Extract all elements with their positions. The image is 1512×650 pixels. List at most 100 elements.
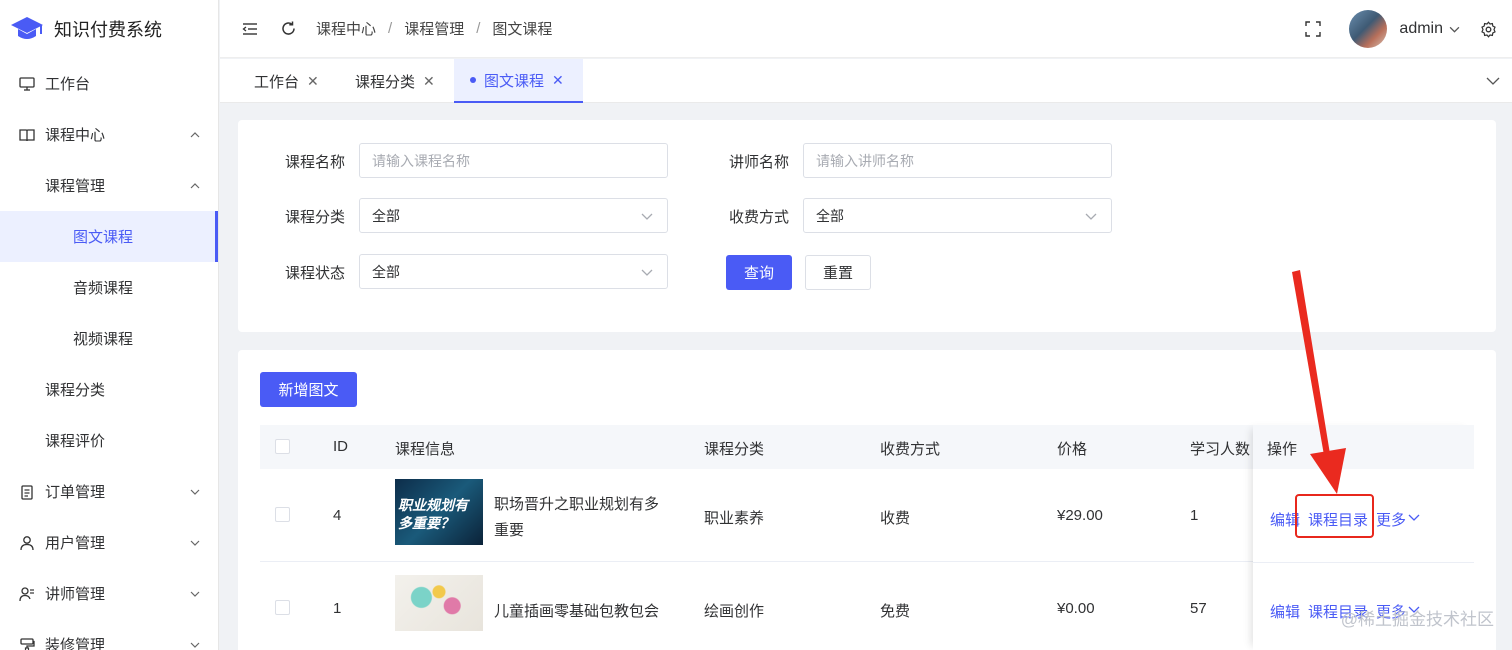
tab-bar: 工作台 ✕ 课程分类 ✕ 图文课程 ✕ [220,59,1512,103]
add-text-course-button[interactable]: 新增图文 [260,372,357,407]
status-label: 课程状态 [285,265,346,282]
chevron-down-icon [190,642,200,648]
tab-dashboard[interactable]: 工作台 ✕ [254,59,319,103]
column-header: 课程信息 [395,441,456,458]
chevron-down-icon[interactable] [1449,24,1460,35]
chevron-down-icon[interactable] [1486,75,1500,87]
cell-fee: 收费 [880,510,911,527]
column-header: 收费方式 [880,441,941,458]
sidebar-item-course-category[interactable]: 课程分类 [0,364,218,415]
cell-category: 职业素养 [704,510,765,527]
more-dropdown[interactable]: 更多 [1376,509,1406,530]
cell-learners: 57 [1190,600,1207,617]
column-header: 价格 [1057,441,1088,458]
chevron-down-icon[interactable] [1408,513,1420,523]
cell-id: 1 [333,600,342,617]
search-button[interactable]: 查询 [726,255,792,290]
cell-learners: 1 [1190,507,1199,524]
chevron-down-icon [641,213,653,220]
cell-price: ¥0.00 [1057,600,1095,617]
fullscreen-icon[interactable] [1303,19,1323,39]
course-title[interactable]: 儿童插画零基础包教包会 [494,600,659,621]
top-header: 课程中心 / 课程管理 / 图文课程 admin [220,0,1512,58]
chevron-down-icon [641,269,653,276]
select-all-checkbox[interactable] [275,439,290,454]
sidebar-item-label: 课程管理 [45,178,106,195]
row-checkbox[interactable] [275,507,290,522]
app-title: 知识付费系统 [54,20,162,40]
teacher-name-label: 讲师名称 [729,154,790,171]
watermark: @稀土掘金技术社区 [1340,610,1494,629]
tab-course-category[interactable]: 课程分类 ✕ [355,59,435,103]
teacher-icon [18,585,36,603]
breadcrumb-item[interactable]: 课程中心 [316,18,376,39]
breadcrumb-separator: / [476,20,481,37]
chevron-up-icon [190,131,200,137]
course-title-continued[interactable]: 重要 [494,519,524,540]
sidebar-item-label: 工作台 [45,76,91,93]
course-title[interactable]: 职场晋升之职业规划有多 [494,493,659,514]
cell-fee: 免费 [880,603,911,620]
sidebar-item-audio-course[interactable]: 音频课程 [0,262,218,313]
select-value: 全部 [816,207,844,224]
brush-icon [18,636,36,650]
chevron-down-icon [190,489,200,495]
sidebar-item-text-course[interactable]: 图文课程 [0,211,218,262]
tab-label: 课程分类 [355,73,416,91]
sidebar-item-label: 课程分类 [45,382,106,399]
close-icon[interactable]: ✕ [423,73,435,90]
course-name-input[interactable]: 请输入课程名称 [359,143,668,178]
category-select[interactable]: 全部 [359,198,668,233]
annotation-highlight-box [1295,494,1374,538]
sidebar-item-label: 音频课程 [73,280,134,297]
sidebar: 知识付费系统 工作台 课程中心 课程管理 图文课程 音频课程 视频课程 课程分类… [0,0,219,650]
close-icon[interactable]: ✕ [307,73,319,90]
sidebar-item-label: 图文课程 [73,229,134,246]
status-select[interactable]: 全部 [359,254,668,289]
fee-select[interactable]: 全部 [803,198,1112,233]
cell-category: 绘画创作 [704,603,765,620]
sidebar-item-dashboard[interactable]: 工作台 [0,58,218,109]
collapse-menu-icon[interactable] [240,19,260,39]
reset-button[interactable]: 重置 [805,255,871,290]
edit-link[interactable]: 编辑 [1270,601,1300,622]
row-checkbox[interactable] [275,600,290,615]
user-icon [18,534,36,552]
sidebar-item-course-review[interactable]: 课程评价 [0,415,218,466]
sidebar-item-course-management[interactable]: 课程管理 [0,160,218,211]
tab-text-course[interactable]: 图文课程 ✕ [454,59,583,103]
course-thumbnail[interactable] [395,575,483,631]
sidebar-item-teachers[interactable]: 讲师管理 [0,568,218,619]
book-icon [18,126,36,144]
sidebar-item-label: 课程中心 [45,127,106,144]
refresh-icon[interactable] [278,19,298,39]
close-icon[interactable]: ✕ [552,72,564,89]
graduation-cap-icon [11,17,43,39]
header-right: admin [1303,0,1498,58]
sidebar-item-label: 视频课程 [73,331,134,348]
settings-gear-icon[interactable] [1478,19,1498,39]
avatar[interactable] [1349,10,1388,48]
user-name[interactable]: admin [1399,20,1443,38]
sidebar-item-users[interactable]: 用户管理 [0,517,218,568]
chevron-up-icon [190,182,200,188]
breadcrumb-item[interactable]: 课程管理 [404,18,464,39]
select-value: 全部 [372,207,400,224]
course-thumbnail[interactable]: 职业规划有 多重要？ [395,479,483,545]
chevron-down-icon [190,540,200,546]
sidebar-item-decoration[interactable]: 装修管理 [0,619,218,650]
tab-label: 工作台 [254,73,300,91]
sidebar-item-course-center[interactable]: 课程中心 [0,109,218,160]
logo[interactable]: 知识付费系统 [0,0,218,58]
sidebar-item-orders[interactable]: 订单管理 [0,466,218,517]
sidebar-item-label: 装修管理 [45,637,106,650]
column-header: 学习人数 [1190,441,1251,458]
sidebar-item-video-course[interactable]: 视频课程 [0,313,218,364]
thumbnail-text: 职业规划有 [398,497,468,513]
sidebar-item-label: 订单管理 [45,484,106,501]
active-dot [470,77,476,83]
monitor-icon [18,75,36,93]
breadcrumb-separator: / [388,20,393,37]
teacher-name-input[interactable]: 请输入讲师名称 [803,143,1112,178]
cell-id: 4 [333,507,342,524]
